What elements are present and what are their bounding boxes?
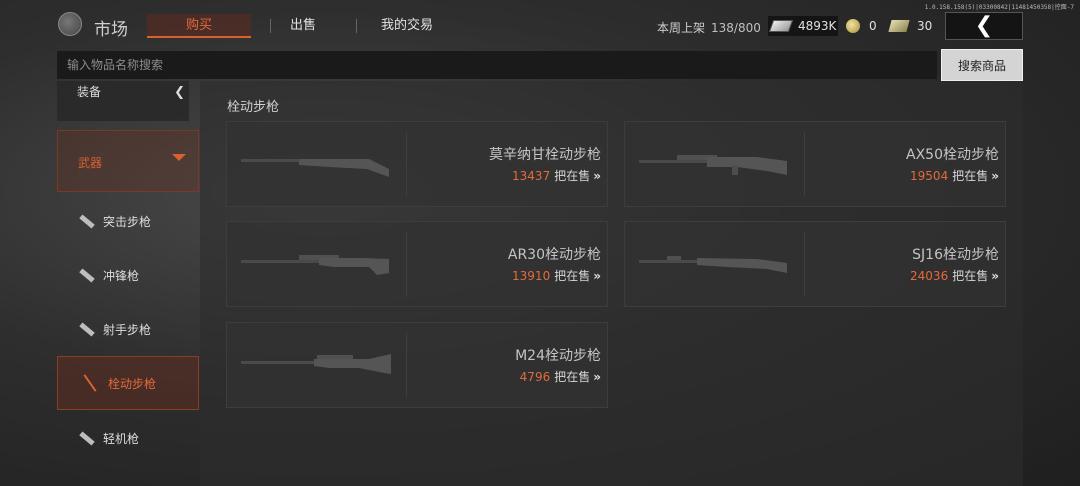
chevron-left-icon: ❮ — [974, 13, 994, 38]
rifle-icon — [83, 374, 97, 392]
rifle-icon — [79, 213, 95, 229]
lmg-icon — [79, 430, 95, 446]
item-name: M24栓动步枪 — [515, 348, 601, 364]
item-count: 19504 — [910, 169, 949, 183]
item-card[interactable]: AR30栓动步枪 13910 把在售» — [226, 221, 608, 307]
sidebar-item-marksman-rifle[interactable]: 射手步枪 — [57, 302, 199, 356]
section-title: 栓动步枪 — [227, 100, 280, 115]
card-divider — [406, 333, 407, 397]
coin-value: 0 — [869, 19, 877, 33]
search-input[interactable] — [57, 51, 937, 79]
coin-display: 0 — [846, 16, 877, 36]
sidebar-item-label: 突击步枪 — [103, 214, 152, 229]
ticket-value: 30 — [917, 19, 933, 33]
item-count: 13437 — [512, 169, 551, 183]
page-title: 市场 — [94, 20, 128, 40]
item-listing: 4796 把在售» — [520, 368, 601, 385]
back-button[interactable]: ❮ — [945, 12, 1023, 40]
cash-icon — [768, 20, 794, 32]
double-chevron-right-icon: » — [593, 169, 601, 183]
tab-my-trades[interactable]: 我的交易 — [370, 14, 444, 38]
item-listing: 13437 把在售» — [512, 167, 601, 184]
ticket-icon — [888, 20, 910, 32]
item-name: SJ16栓动步枪 — [912, 247, 999, 263]
sidebar-item-label: 栓动步枪 — [108, 376, 157, 391]
coin-icon — [846, 19, 860, 33]
item-count: 4796 — [519, 370, 551, 384]
rifle-image — [241, 354, 391, 374]
double-chevron-right-icon: » — [991, 169, 999, 183]
item-count: 24036 — [910, 269, 949, 283]
sidebar-item-label: 射手步枪 — [103, 322, 152, 337]
on-sale-label: 把在售 — [952, 269, 989, 283]
weekly-listing: 本周上架 138/800 — [657, 19, 761, 36]
item-card[interactable]: M24栓动步枪 4796 把在售» — [226, 322, 608, 408]
sidebar-item-label: 装备 — [77, 85, 102, 99]
chevron-left-icon: ❮ — [174, 85, 185, 100]
sidebar-item-weapons[interactable]: 武器 — [57, 130, 199, 192]
rifle-image — [639, 256, 787, 273]
rifle-image — [639, 155, 787, 175]
weekly-count: 138/800 — [711, 21, 761, 35]
double-chevron-right-icon: » — [991, 269, 999, 283]
card-divider — [804, 232, 805, 296]
rifle-image — [241, 255, 389, 275]
tab-divider — [356, 19, 357, 33]
sidebar-item-smg[interactable]: 冲锋枪 — [57, 248, 199, 302]
item-name: AR30栓动步枪 — [507, 247, 601, 263]
money-value: 4893K — [798, 19, 837, 33]
sidebar-item-bolt-action-rifle[interactable]: 栓动步枪 — [57, 356, 199, 410]
rifle-image — [241, 159, 389, 177]
chevron-down-icon — [172, 154, 186, 161]
item-name: AX50栓动步枪 — [906, 147, 999, 163]
sidebar-item-equipment[interactable]: 装备 ❮ — [57, 81, 189, 121]
on-sale-label: 把在售 — [952, 169, 989, 183]
on-sale-label: 把在售 — [554, 370, 591, 384]
smg-icon — [79, 267, 95, 283]
category-sidebar: 装备 ❮ 武器 突击步枪 冲锋枪 射手步枪 栓动步枪 轻机枪 — [57, 81, 199, 486]
item-card[interactable]: AX50栓动步枪 19504 把在售» — [624, 121, 1006, 207]
item-listing: 13910 把在售» — [512, 267, 601, 284]
globe-icon — [58, 12, 82, 36]
card-divider — [406, 232, 407, 296]
rifle-icon — [79, 321, 95, 337]
double-chevron-right-icon: » — [593, 269, 601, 283]
money-display: 4893K — [768, 16, 838, 36]
item-name: 莫辛纳甘栓动步枪 — [489, 147, 601, 163]
on-sale-label: 把在售 — [554, 169, 591, 183]
on-sale-label: 把在售 — [554, 269, 591, 283]
card-divider — [406, 132, 407, 196]
tab-buy[interactable]: 购买 — [147, 14, 251, 38]
item-card[interactable]: 莫辛纳甘栓动步枪 13437 把在售» — [226, 121, 608, 207]
item-card[interactable]: SJ16栓动步枪 24036 把在售» — [624, 221, 1006, 307]
sidebar-item-label: 武器 — [78, 156, 103, 170]
top-bar: 市场 购买 出售 我的交易 本周上架 138/800 4893K 0 30 ❮ — [0, 10, 1080, 40]
card-divider — [804, 132, 805, 196]
item-count: 13910 — [512, 269, 551, 283]
ticket-display: 30 — [888, 16, 933, 36]
item-list-panel: 栓动步枪 莫辛纳甘栓动步枪 13437 把在售» AX50栓动步枪 19504 把在… — [200, 81, 1023, 486]
tab-sell[interactable]: 出售 — [270, 14, 336, 38]
item-listing: 24036 把在售» — [910, 267, 999, 284]
sidebar-item-label: 冲锋枪 — [103, 268, 140, 283]
search-button[interactable]: 搜索商品 — [941, 49, 1023, 81]
double-chevron-right-icon: » — [593, 370, 601, 384]
item-listing: 19504 把在售» — [910, 167, 999, 184]
sidebar-item-label: 轻机枪 — [103, 431, 140, 446]
weekly-label: 本周上架 — [657, 21, 706, 35]
sidebar-item-lmg[interactable]: 轻机枪 — [57, 411, 199, 465]
sidebar-item-assault-rifle[interactable]: 突击步枪 — [57, 194, 199, 248]
